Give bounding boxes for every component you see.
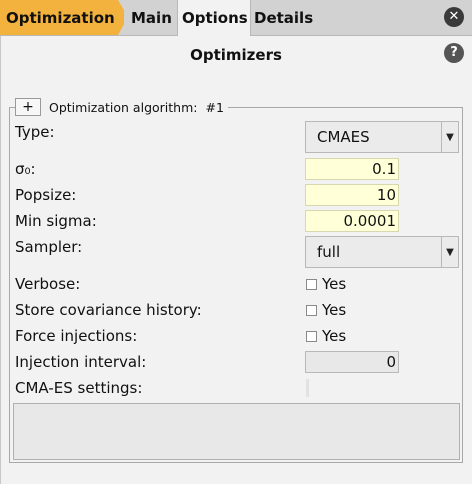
- cma-es-settings-textarea[interactable]: [13, 403, 460, 460]
- store-covariance-checkbox[interactable]: Yes: [306, 301, 346, 319]
- tab-details-label: Details: [254, 8, 314, 27]
- min-sigma-field[interactable]: 0.0001: [305, 210, 399, 232]
- group-label: Optimization algorithm:: [49, 99, 198, 115]
- type-select-value: CMAES: [317, 128, 370, 146]
- popsize-label: Popsize:: [15, 186, 77, 204]
- sampler-label: Sampler:: [15, 238, 83, 256]
- force-injections-option-label: Yes: [322, 327, 347, 345]
- close-icon[interactable]: ✕: [444, 7, 464, 27]
- popsize-field[interactable]: 10: [305, 184, 399, 206]
- verbose-option-label: Yes: [322, 275, 347, 293]
- checkbox-icon: [306, 330, 317, 342]
- verbose-checkbox[interactable]: Yes: [306, 275, 346, 293]
- sigma0-label: σ₀:: [15, 160, 36, 178]
- help-icon[interactable]: ?: [444, 43, 464, 63]
- type-label: Type:: [15, 123, 55, 141]
- checkbox-icon: [306, 278, 317, 290]
- tab-options[interactable]: Options: [177, 0, 251, 36]
- tab-main-label: Main: [131, 8, 172, 27]
- panel-edge: [0, 36, 1, 484]
- min-sigma-label: Min sigma:: [15, 212, 97, 230]
- force-injections-checkbox[interactable]: Yes: [306, 327, 346, 345]
- store-covariance-option-label: Yes: [322, 301, 347, 319]
- tab-main[interactable]: Main: [124, 0, 178, 35]
- add-algorithm-button[interactable]: +: [15, 98, 41, 116]
- type-select[interactable]: CMAES ▼: [305, 121, 459, 153]
- tab-details[interactable]: Details: [252, 0, 313, 35]
- sampler-select[interactable]: full ▼: [305, 236, 459, 268]
- tab-optimization-label: Optimization: [6, 8, 115, 27]
- group-number: #1: [205, 99, 224, 115]
- store-covariance-label: Store covariance history:: [15, 301, 202, 319]
- injection-interval-field: 0: [305, 351, 399, 373]
- cma-es-settings-label: CMA-ES settings:: [15, 379, 143, 397]
- chevron-down-icon: ▼: [441, 122, 458, 152]
- verbose-label: Verbose:: [15, 275, 81, 293]
- active-tab-gap: [178, 35, 250, 37]
- checkbox-icon: [306, 304, 317, 316]
- force-injections-label: Force injections:: [15, 327, 138, 345]
- injection-interval-label: Injection interval:: [15, 353, 147, 371]
- chevron-down-icon: ▼: [441, 237, 458, 267]
- tab-options-label: Options: [182, 9, 248, 27]
- sampler-select-value: full: [317, 243, 341, 261]
- page-title: Optimizers: [190, 46, 282, 64]
- group-legend: + Optimization algorithm: #1: [15, 97, 228, 117]
- plus-icon: +: [22, 99, 34, 115]
- sigma0-field[interactable]: 0.1: [305, 158, 399, 180]
- cma-es-settings-indicator: [306, 379, 309, 397]
- tab-optimization[interactable]: Optimization: [0, 0, 128, 35]
